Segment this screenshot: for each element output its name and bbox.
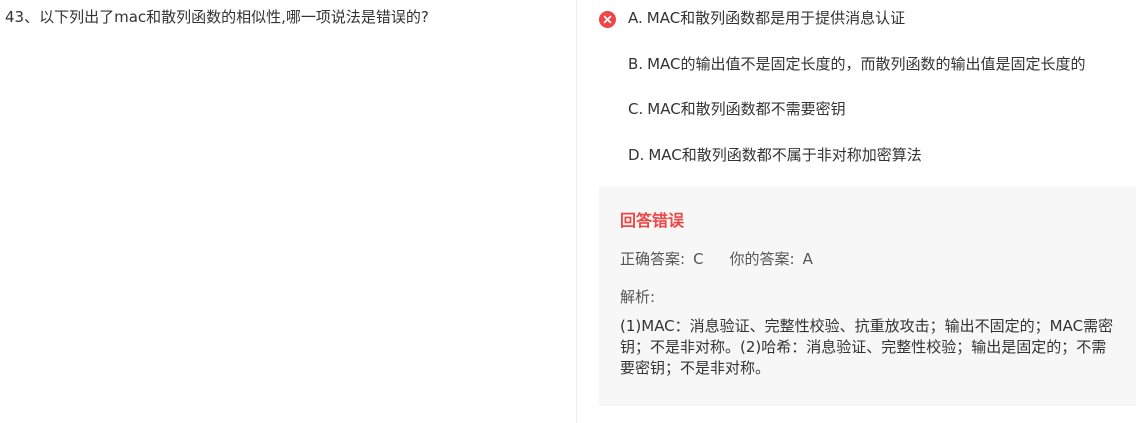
option-label: MAC和散列函数都不属于非对称加密算法 (648, 146, 922, 164)
column-divider (576, 0, 577, 423)
option-label: MAC和散列函数都是用于提供消息认证 (646, 9, 906, 27)
close-circle-icon (599, 11, 616, 28)
your-answer-value: A (802, 250, 813, 268)
result-panel: 回答错误 正确答案: C 你的答案: A 解析: (1)MAC：消息验证、完整性校验、… (599, 187, 1136, 406)
analysis-label: 解析: (620, 288, 656, 306)
result-title: 回答错误 (620, 211, 685, 230)
option-letter: B. (628, 55, 644, 73)
your-answer-label: 你的答案: (729, 250, 795, 268)
option-letter: D. (628, 146, 645, 164)
option-d[interactable]: D. MAC和散列函数都不属于非对称加密算法 (628, 145, 922, 165)
option-label: MAC和散列函数都不需要密钥 (647, 100, 846, 118)
analysis-text: (1)MAC：消息验证、完整性校验、抗重放攻击；输出不固定的；MAC需密钥；不是… (620, 317, 1114, 377)
question-text: 43、以下列出了mac和散列函数的相似性,哪一项说法是错误的? (5, 8, 429, 26)
option-c[interactable]: C. MAC和散列函数都不需要密钥 (628, 99, 846, 119)
correct-answer-value: C (693, 250, 704, 268)
option-label: MAC的输出值不是固定长度的，而散列函数的输出值是固定长度的 (647, 55, 1086, 73)
option-b[interactable]: B. MAC的输出值不是固定长度的，而散列函数的输出值是固定长度的 (628, 54, 1085, 74)
option-letter: A. (628, 9, 643, 27)
option-a[interactable]: A. MAC和散列函数都是用于提供消息认证 (628, 8, 905, 28)
quiz-page: 43、以下列出了mac和散列函数的相似性,哪一项说法是错误的? A. MAC和散列… (0, 0, 1136, 423)
option-letter: C. (628, 100, 644, 118)
correct-answer-label: 正确答案: (620, 250, 686, 268)
answer-summary: 正确答案: C 你的答案: A (620, 249, 813, 269)
